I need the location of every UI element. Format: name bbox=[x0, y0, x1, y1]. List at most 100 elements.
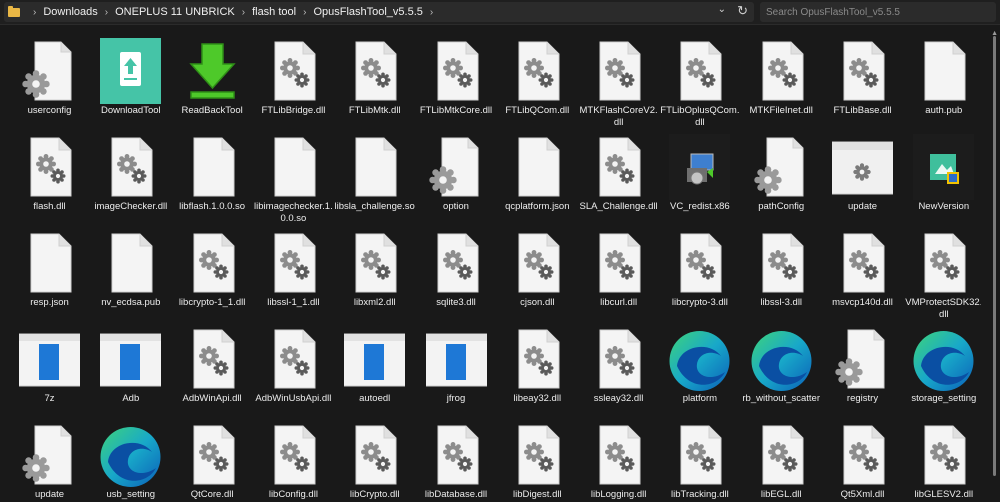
edge-icon bbox=[100, 422, 161, 488]
file-item[interactable]: libssl-1_1.dll bbox=[253, 226, 334, 322]
dll-icon bbox=[263, 230, 324, 296]
file-name: 7z bbox=[44, 393, 55, 404]
file-name: imageChecker.dll bbox=[94, 201, 168, 212]
breadcrumb-item[interactable]: OpusFlashTool_v5.5.5 bbox=[313, 6, 422, 18]
file-item[interactable]: FTLibQCom.dll bbox=[497, 34, 578, 130]
dll-icon bbox=[344, 230, 405, 296]
file-item[interactable]: libcrypto-3.dll bbox=[659, 226, 740, 322]
file-name: libDigest.dll bbox=[513, 489, 562, 500]
blank-icon bbox=[182, 134, 243, 200]
file-name: autoedl bbox=[359, 393, 391, 404]
file-item[interactable]: autoedl bbox=[334, 322, 415, 418]
file-name: libcurl.dll bbox=[600, 297, 638, 308]
file-name: DownloadTool bbox=[100, 105, 161, 116]
file-item[interactable]: sqlite3.dll bbox=[416, 226, 497, 322]
file-item[interactable]: update bbox=[9, 418, 90, 502]
file-item[interactable]: libEGL.dll bbox=[741, 418, 822, 502]
blank-icon bbox=[344, 134, 405, 200]
file-item[interactable]: libcrypto-1_1.dll bbox=[172, 226, 253, 322]
file-item[interactable]: AdbWinApi.dll bbox=[172, 322, 253, 418]
file-item[interactable]: libflash.1.0.0.so bbox=[172, 130, 253, 226]
file-item[interactable]: registry bbox=[822, 322, 903, 418]
file-item[interactable]: libConfig.dll bbox=[253, 418, 334, 502]
file-name: MTKFlashCoreV2.dll bbox=[579, 105, 658, 128]
refresh-icon[interactable]: ↻ bbox=[737, 3, 748, 19]
file-item[interactable]: libLogging.dll bbox=[578, 418, 659, 502]
dll-icon bbox=[588, 326, 649, 392]
file-item[interactable]: rb_without_scatter bbox=[741, 322, 822, 418]
breadcrumb-item[interactable]: Downloads bbox=[43, 6, 97, 18]
file-item[interactable]: Adb bbox=[90, 322, 171, 418]
file-item[interactable]: FTLibBase.dll bbox=[822, 34, 903, 130]
file-item[interactable]: resp.json bbox=[9, 226, 90, 322]
file-item[interactable]: DownloadTool bbox=[90, 34, 171, 130]
breadcrumb-item[interactable]: flash tool bbox=[252, 6, 296, 18]
file-name: usb_setting bbox=[106, 489, 156, 500]
dll-icon bbox=[426, 38, 487, 104]
dll-icon bbox=[751, 230, 812, 296]
file-item[interactable]: cjson.dll bbox=[497, 226, 578, 322]
file-item[interactable]: libimagechecker.1.0.0.so bbox=[253, 130, 334, 226]
gear-big-icon bbox=[19, 38, 80, 104]
newversion-icon bbox=[909, 132, 979, 202]
chevron-down-icon[interactable]: ⌄ bbox=[718, 4, 726, 15]
file-item[interactable]: FTLibOplusQCom.dll bbox=[659, 34, 740, 130]
file-name: libflash.1.0.0.so bbox=[179, 201, 246, 212]
file-item[interactable]: MTKFlashCoreV2.dll bbox=[578, 34, 659, 130]
file-item[interactable]: nv_ecdsa.pub bbox=[90, 226, 171, 322]
file-name: VC_redist.x86 bbox=[670, 201, 730, 212]
file-item[interactable]: update bbox=[822, 130, 903, 226]
file-item[interactable]: imageChecker.dll bbox=[90, 130, 171, 226]
file-item[interactable]: VC_redist.x86 bbox=[659, 130, 740, 226]
file-item[interactable]: usb_setting bbox=[90, 418, 171, 502]
address-bar[interactable]: › Downloads › ONEPLUS 11 UNBRICK › flash too… bbox=[4, 2, 754, 22]
file-item[interactable]: SLA_Challenge.dll bbox=[578, 130, 659, 226]
file-item[interactable]: NewVersion bbox=[903, 130, 981, 226]
file-item[interactable]: userconfig bbox=[9, 34, 90, 130]
file-item[interactable]: QtCore.dll bbox=[172, 418, 253, 502]
file-item[interactable]: ReadBackTool bbox=[172, 34, 253, 130]
file-item[interactable]: libDatabase.dll bbox=[416, 418, 497, 502]
blank-icon bbox=[507, 134, 568, 200]
file-item[interactable]: libxml2.dll bbox=[334, 226, 415, 322]
file-item[interactable]: libGLESV2.dll bbox=[903, 418, 981, 502]
file-item[interactable]: MTKFileInet.dll bbox=[741, 34, 822, 130]
scrollbar-thumb[interactable] bbox=[993, 36, 996, 476]
file-item[interactable]: qcplatform.json bbox=[497, 130, 578, 226]
file-name: libcrypto-3.dll bbox=[671, 297, 728, 308]
file-name: libTracking.dll bbox=[671, 489, 729, 500]
file-item[interactable]: pathConfig bbox=[741, 130, 822, 226]
file-item[interactable]: libCrypto.dll bbox=[334, 418, 415, 502]
file-item[interactable]: FTLibBridge.dll bbox=[253, 34, 334, 130]
file-item[interactable]: jfrog bbox=[416, 322, 497, 418]
file-item[interactable]: libeay32.dll bbox=[497, 322, 578, 418]
file-item[interactable]: AdbWinUsbApi.dll bbox=[253, 322, 334, 418]
dll-icon bbox=[913, 422, 974, 488]
file-item[interactable]: FTLibMtk.dll bbox=[334, 34, 415, 130]
file-item[interactable]: FTLibMtkCore.dll bbox=[416, 34, 497, 130]
file-item[interactable]: libTracking.dll bbox=[659, 418, 740, 502]
file-item[interactable]: option bbox=[416, 130, 497, 226]
file-item[interactable]: platform bbox=[659, 322, 740, 418]
installer-icon bbox=[665, 132, 735, 202]
file-item[interactable]: auth.pub bbox=[903, 34, 981, 130]
address-toolbar: › Downloads › ONEPLUS 11 UNBRICK › flash too… bbox=[0, 0, 1000, 25]
chevron-right-icon: › bbox=[33, 6, 37, 18]
file-item[interactable]: ssleay32.dll bbox=[578, 322, 659, 418]
file-item[interactable]: libDigest.dll bbox=[497, 418, 578, 502]
gear-big-icon bbox=[426, 134, 487, 200]
file-item[interactable]: libsla_challenge.so bbox=[334, 130, 415, 226]
file-item[interactable]: VMProtectSDK32.dll bbox=[903, 226, 981, 322]
edge-icon bbox=[751, 326, 812, 392]
file-item[interactable]: libssl-3.dll bbox=[741, 226, 822, 322]
file-item[interactable]: Qt5Xml.dll bbox=[822, 418, 903, 502]
file-item[interactable]: 7z bbox=[9, 322, 90, 418]
dll-icon bbox=[588, 230, 649, 296]
search-input[interactable] bbox=[760, 2, 996, 22]
file-item[interactable]: flash.dll bbox=[9, 130, 90, 226]
breadcrumb-item[interactable]: ONEPLUS 11 UNBRICK bbox=[115, 6, 235, 18]
file-item[interactable]: storage_setting bbox=[903, 322, 981, 418]
chevron-right-icon: › bbox=[429, 7, 434, 18]
file-item[interactable]: libcurl.dll bbox=[578, 226, 659, 322]
file-item[interactable]: msvcp140d.dll bbox=[822, 226, 903, 322]
